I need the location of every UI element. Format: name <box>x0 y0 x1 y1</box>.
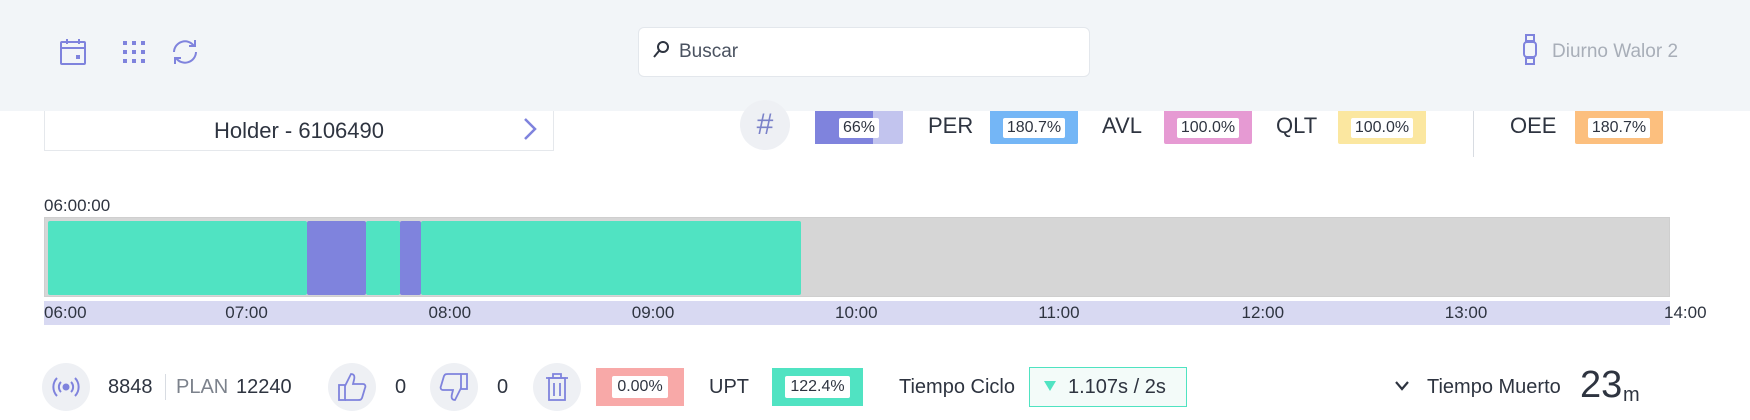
calendar-icon[interactable] <box>57 36 89 68</box>
grid-icon[interactable] <box>118 36 150 68</box>
signal-icon[interactable] <box>42 363 90 411</box>
hash-icon[interactable]: # <box>740 100 790 150</box>
avl-value: 100.0% <box>1176 117 1240 138</box>
chevron-right-icon[interactable] <box>521 115 539 148</box>
timeline-tick-label: 10:00 <box>835 303 878 322</box>
scrap-badge: 0.00% <box>596 368 684 406</box>
timeline-tick-label: 11:00 <box>1038 303 1080 322</box>
completion-badge: 66% <box>815 111 903 144</box>
avl-badge: 100.0% <box>1164 111 1252 144</box>
cycle-time-value: 1.107s / 2s <box>1068 375 1166 398</box>
thumbs-up-icon[interactable] <box>328 363 376 411</box>
oee-badge: 180.7% <box>1575 111 1663 144</box>
timeline-tick-label: 14:00 <box>1664 303 1707 322</box>
chevron-down-icon[interactable] <box>1394 379 1410 397</box>
search-box[interactable] <box>638 27 1090 77</box>
trash-icon[interactable] <box>533 363 581 411</box>
cycle-time-badge: 1.107s / 2s <box>1029 367 1187 407</box>
timeline-tick-label: 12:00 <box>1241 303 1285 322</box>
thumbs-down-icon[interactable] <box>430 363 478 411</box>
kpi-divider <box>1473 111 1474 157</box>
plan-label: PLAN <box>176 376 229 398</box>
top-bar: Diurno Walor 2 <box>0 0 1750 111</box>
per-label: PER <box>928 113 974 138</box>
timeline-segment-stopped[interactable] <box>307 221 366 295</box>
qlt-label: QLT <box>1276 113 1318 138</box>
timeline-tick-label: 13:00 <box>1444 303 1488 322</box>
cycle-time-label: Tiempo Ciclo <box>899 376 1015 398</box>
oee-value: 180.7% <box>1587 117 1651 138</box>
per-value: 180.7% <box>1002 117 1066 138</box>
triangle-down-icon <box>1044 378 1056 396</box>
timeline-start-label: 06:00:00 <box>44 196 111 215</box>
plan-value: 12240 <box>236 376 292 398</box>
timeline-segment-running[interactable] <box>365 221 401 295</box>
watch-icon <box>1522 33 1538 71</box>
shift-selector[interactable]: Diurno Walor 2 <box>1522 33 1679 71</box>
upt-badge: 122.4% <box>772 368 863 406</box>
avl-label: AVL <box>1102 113 1142 138</box>
oee-label: OEE <box>1510 113 1557 138</box>
dead-time-label: Tiempo Muerto <box>1427 376 1561 398</box>
refresh-icon[interactable] <box>169 36 201 68</box>
search-input[interactable] <box>679 41 1059 63</box>
timeline-tick-label: 06:00 <box>44 303 87 322</box>
timeline-segment-running[interactable] <box>420 221 802 295</box>
timeline-segment-running[interactable] <box>48 221 308 295</box>
bad-count: 0 <box>497 376 509 398</box>
per-badge: 180.7% <box>990 111 1078 144</box>
timeline-tick-label: 07:00 <box>225 303 268 322</box>
production-count: 8848 <box>108 376 153 398</box>
timeline-track[interactable] <box>44 217 1670 297</box>
scrap-value: 0.00% <box>612 376 668 398</box>
search-icon <box>653 40 669 64</box>
timeline-tick-label: 08:00 <box>428 303 472 322</box>
good-count: 0 <box>395 376 407 398</box>
timeline-tick-label: 09:00 <box>631 303 675 322</box>
dead-time-value: 23 <box>1580 364 1623 406</box>
dead-time-unit: m <box>1623 384 1640 406</box>
shift-name: Diurno Walor 2 <box>1552 41 1679 62</box>
completion-value: 66% <box>838 117 880 138</box>
upt-value: 122.4% <box>785 376 850 398</box>
count-divider <box>165 374 166 400</box>
holder-selector[interactable]: Holder - 6106490 <box>44 111 554 151</box>
timeline-segment-stopped[interactable] <box>400 221 421 295</box>
upt-label: UPT <box>709 376 749 398</box>
qlt-badge: 100.0% <box>1338 111 1426 144</box>
holder-title: Holder - 6106490 <box>213 117 384 143</box>
qlt-value: 100.0% <box>1350 117 1414 138</box>
